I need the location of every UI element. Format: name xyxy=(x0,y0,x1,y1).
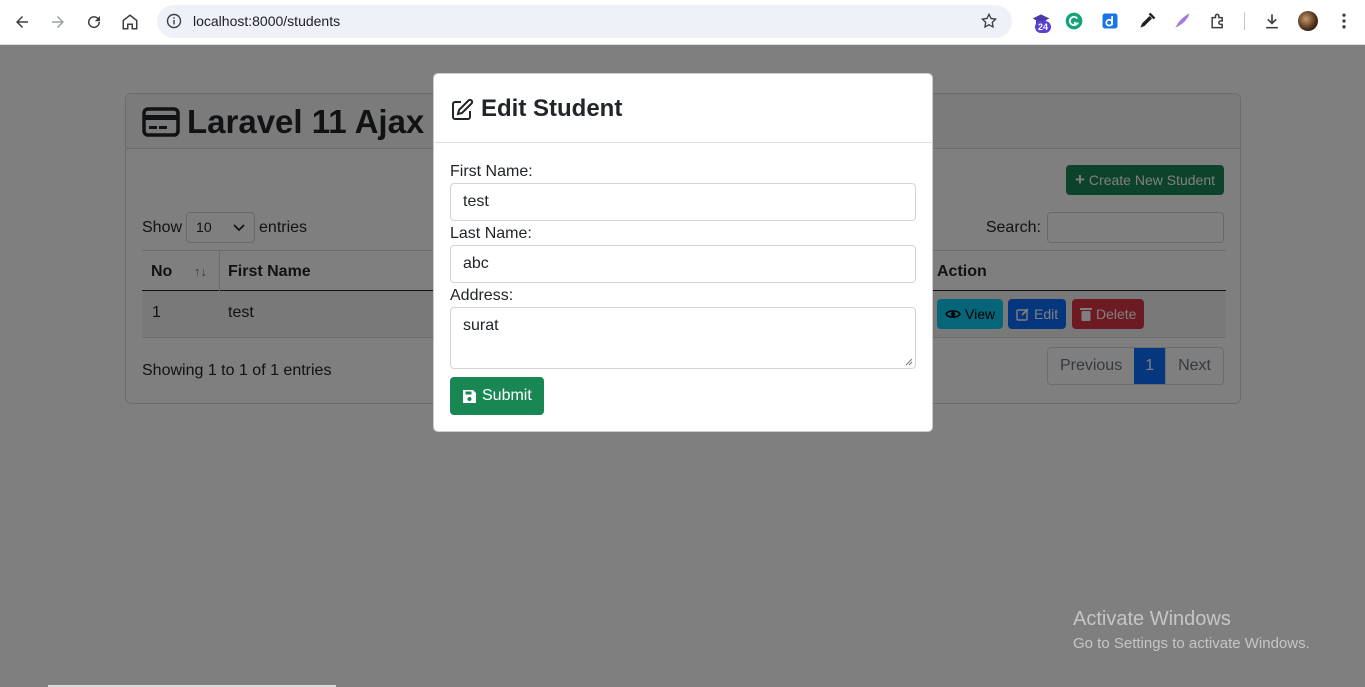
extensions-puzzle-icon[interactable] xyxy=(1207,10,1229,32)
last-name-label: Last Name: xyxy=(450,225,532,242)
reload-icon[interactable] xyxy=(80,8,108,36)
last-name-field[interactable]: abc xyxy=(450,245,916,283)
home-icon[interactable] xyxy=(116,8,144,36)
bookmark-star-icon[interactable] xyxy=(980,12,998,30)
activate-windows-watermark: Activate Windows Go to Settings to activ… xyxy=(1073,608,1310,652)
color-picker-icon[interactable] xyxy=(1136,10,1158,32)
edit-icon xyxy=(452,98,474,120)
browser-toolbar: localhost:8000/students 24 xyxy=(0,0,1365,45)
address-label: Address: xyxy=(450,287,514,304)
address-value: surat xyxy=(463,317,499,334)
save-icon xyxy=(463,389,476,403)
download-icon[interactable] xyxy=(1261,10,1283,32)
watermark-subtitle: Go to Settings to activate Windows. xyxy=(1073,635,1310,652)
forward-icon[interactable] xyxy=(44,8,72,36)
modal-title: Edit Student xyxy=(481,95,623,122)
first-name-label: First Name: xyxy=(450,163,533,180)
address-bar[interactable]: localhost:8000/students xyxy=(157,5,1012,38)
grammarly-icon[interactable] xyxy=(1063,10,1085,32)
submit-label: Submit xyxy=(482,387,532,404)
first-name-field[interactable]: test xyxy=(450,183,916,221)
profile-avatar[interactable] xyxy=(1298,11,1318,31)
modal-header: Edit Student xyxy=(434,74,932,143)
address-field[interactable]: surat xyxy=(450,307,916,369)
toolbar-divider xyxy=(1244,12,1245,30)
url-text: localhost:8000/students xyxy=(193,13,341,29)
menu-kebab-icon[interactable] xyxy=(1333,10,1355,32)
edit-student-modal: Edit Student First Name: test Last Name:… xyxy=(433,73,933,432)
watermark-title: Activate Windows xyxy=(1073,608,1231,630)
back-icon[interactable] xyxy=(8,8,36,36)
feather-icon[interactable] xyxy=(1171,10,1193,32)
extension-badge: 24 xyxy=(1035,21,1052,33)
submit-button[interactable]: Submit xyxy=(450,377,544,415)
extension-d-icon[interactable] xyxy=(1099,10,1121,32)
site-info-icon[interactable] xyxy=(166,13,182,29)
resize-handle-icon[interactable] xyxy=(905,358,913,366)
